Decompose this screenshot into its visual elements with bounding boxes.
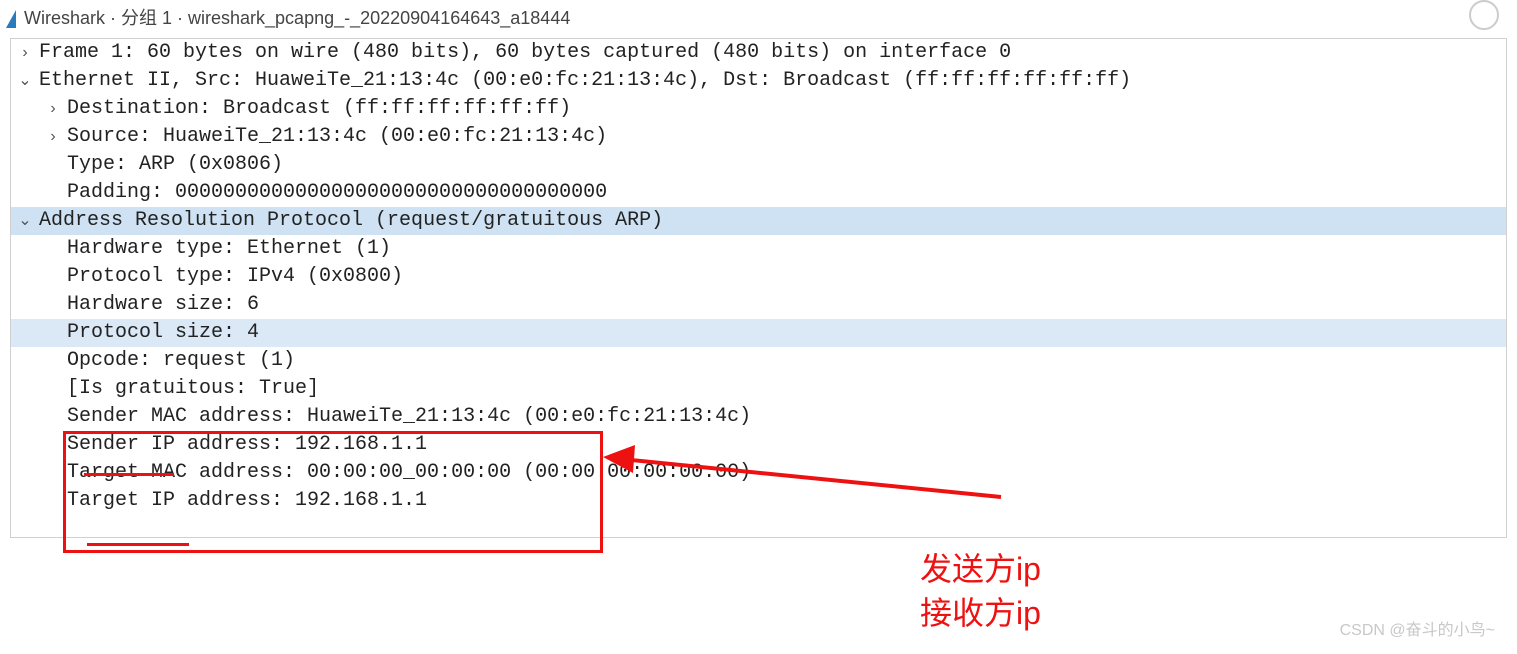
frame-summary: Frame 1: 60 bytes on wire (480 bits), 60… xyxy=(39,39,1506,67)
arp-smac: Sender MAC address: HuaweiTe_21:13:4c (0… xyxy=(67,403,1506,431)
tree-arp-hwtype[interactable]: Hardware type: Ethernet (1) xyxy=(11,235,1506,263)
watermark: CSDN @奋斗的小鸟~ xyxy=(1340,616,1495,640)
arp-sip: Sender IP address: 192.168.1.1 xyxy=(67,431,1506,459)
arp-hwsize: Hardware size: 6 xyxy=(67,291,1506,319)
tree-arp-prototype[interactable]: Protocol type: IPv4 (0x0800) xyxy=(11,263,1506,291)
tree-arp-hwsize[interactable]: Hardware size: 6 xyxy=(11,291,1506,319)
arp-opcode: Opcode: request (1) xyxy=(67,347,1506,375)
tree-arp-target-ip[interactable]: Target IP address: 192.168.1.1 xyxy=(11,487,1506,515)
chevron-down-icon[interactable]: ⌄ xyxy=(11,67,39,95)
eth-padding: Padding: 0000000000000000000000000000000… xyxy=(67,179,1506,207)
tree-arp-target-mac[interactable]: Target MAC address: 00:00:00_00:00:00 (0… xyxy=(11,459,1506,487)
arp-summary: Address Resolution Protocol (request/gra… xyxy=(39,207,1506,235)
chevron-down-icon[interactable]: ⌄ xyxy=(11,207,39,235)
arp-tip: Target IP address: 192.168.1.1 xyxy=(67,487,1506,515)
arp-tmac: Target MAC address: 00:00:00_00:00:00 (0… xyxy=(67,459,1506,487)
tree-arp[interactable]: ⌄ Address Resolution Protocol (request/g… xyxy=(11,207,1506,235)
annotation-receiver-ip: 接收方ip xyxy=(920,592,1041,634)
tree-ethernet[interactable]: ⌄ Ethernet II, Src: HuaweiTe_21:13:4c (0… xyxy=(11,67,1506,95)
annotation-sender-ip: 发送方ip xyxy=(920,548,1041,590)
arp-prototype: Protocol type: IPv4 (0x0800) xyxy=(67,263,1506,291)
eth-src: Source: HuaweiTe_21:13:4c (00:e0:fc:21:1… xyxy=(67,123,1506,151)
window-control-icon[interactable] xyxy=(1469,0,1499,30)
eth-type: Type: ARP (0x0806) xyxy=(67,151,1506,179)
arp-grat: [Is gratuitous: True] xyxy=(67,375,1506,403)
tree-arp-sender-mac[interactable]: Sender MAC address: HuaweiTe_21:13:4c (0… xyxy=(11,403,1506,431)
tree-arp-psize[interactable]: Protocol size: 4 xyxy=(11,319,1506,347)
underline-annotation xyxy=(87,543,189,546)
eth-dst: Destination: Broadcast (ff:ff:ff:ff:ff:f… xyxy=(67,95,1506,123)
window-title: Wireshark · 分组 1 · wireshark_pcapng_-_20… xyxy=(24,4,570,30)
packet-details-panel: › Frame 1: 60 bytes on wire (480 bits), … xyxy=(10,38,1507,538)
tree-frame[interactable]: › Frame 1: 60 bytes on wire (480 bits), … xyxy=(11,39,1506,67)
tree-arp-gratuitous[interactable]: [Is gratuitous: True] xyxy=(11,375,1506,403)
tree-eth-src[interactable]: › Source: HuaweiTe_21:13:4c (00:e0:fc:21… xyxy=(11,123,1506,151)
chevron-right-icon[interactable]: › xyxy=(39,95,67,123)
tree-arp-opcode[interactable]: Opcode: request (1) xyxy=(11,347,1506,375)
arp-psize: Protocol size: 4 xyxy=(67,319,1506,347)
tree-arp-sender-ip[interactable]: Sender IP address: 192.168.1.1 xyxy=(11,431,1506,459)
ethernet-summary: Ethernet II, Src: HuaweiTe_21:13:4c (00:… xyxy=(39,67,1506,95)
chevron-right-icon[interactable]: › xyxy=(11,39,39,67)
chevron-right-icon[interactable]: › xyxy=(39,123,67,151)
tree-eth-type[interactable]: · Type: ARP (0x0806) xyxy=(11,151,1506,179)
arp-hwtype: Hardware type: Ethernet (1) xyxy=(67,235,1506,263)
window-title-bar: Wireshark · 分组 1 · wireshark_pcapng_-_20… xyxy=(0,0,1517,38)
tree-eth-padding[interactable]: · Padding: 00000000000000000000000000000… xyxy=(11,179,1506,207)
tree-eth-dst[interactable]: › Destination: Broadcast (ff:ff:ff:ff:ff… xyxy=(11,95,1506,123)
wireshark-fin-icon xyxy=(6,10,16,28)
